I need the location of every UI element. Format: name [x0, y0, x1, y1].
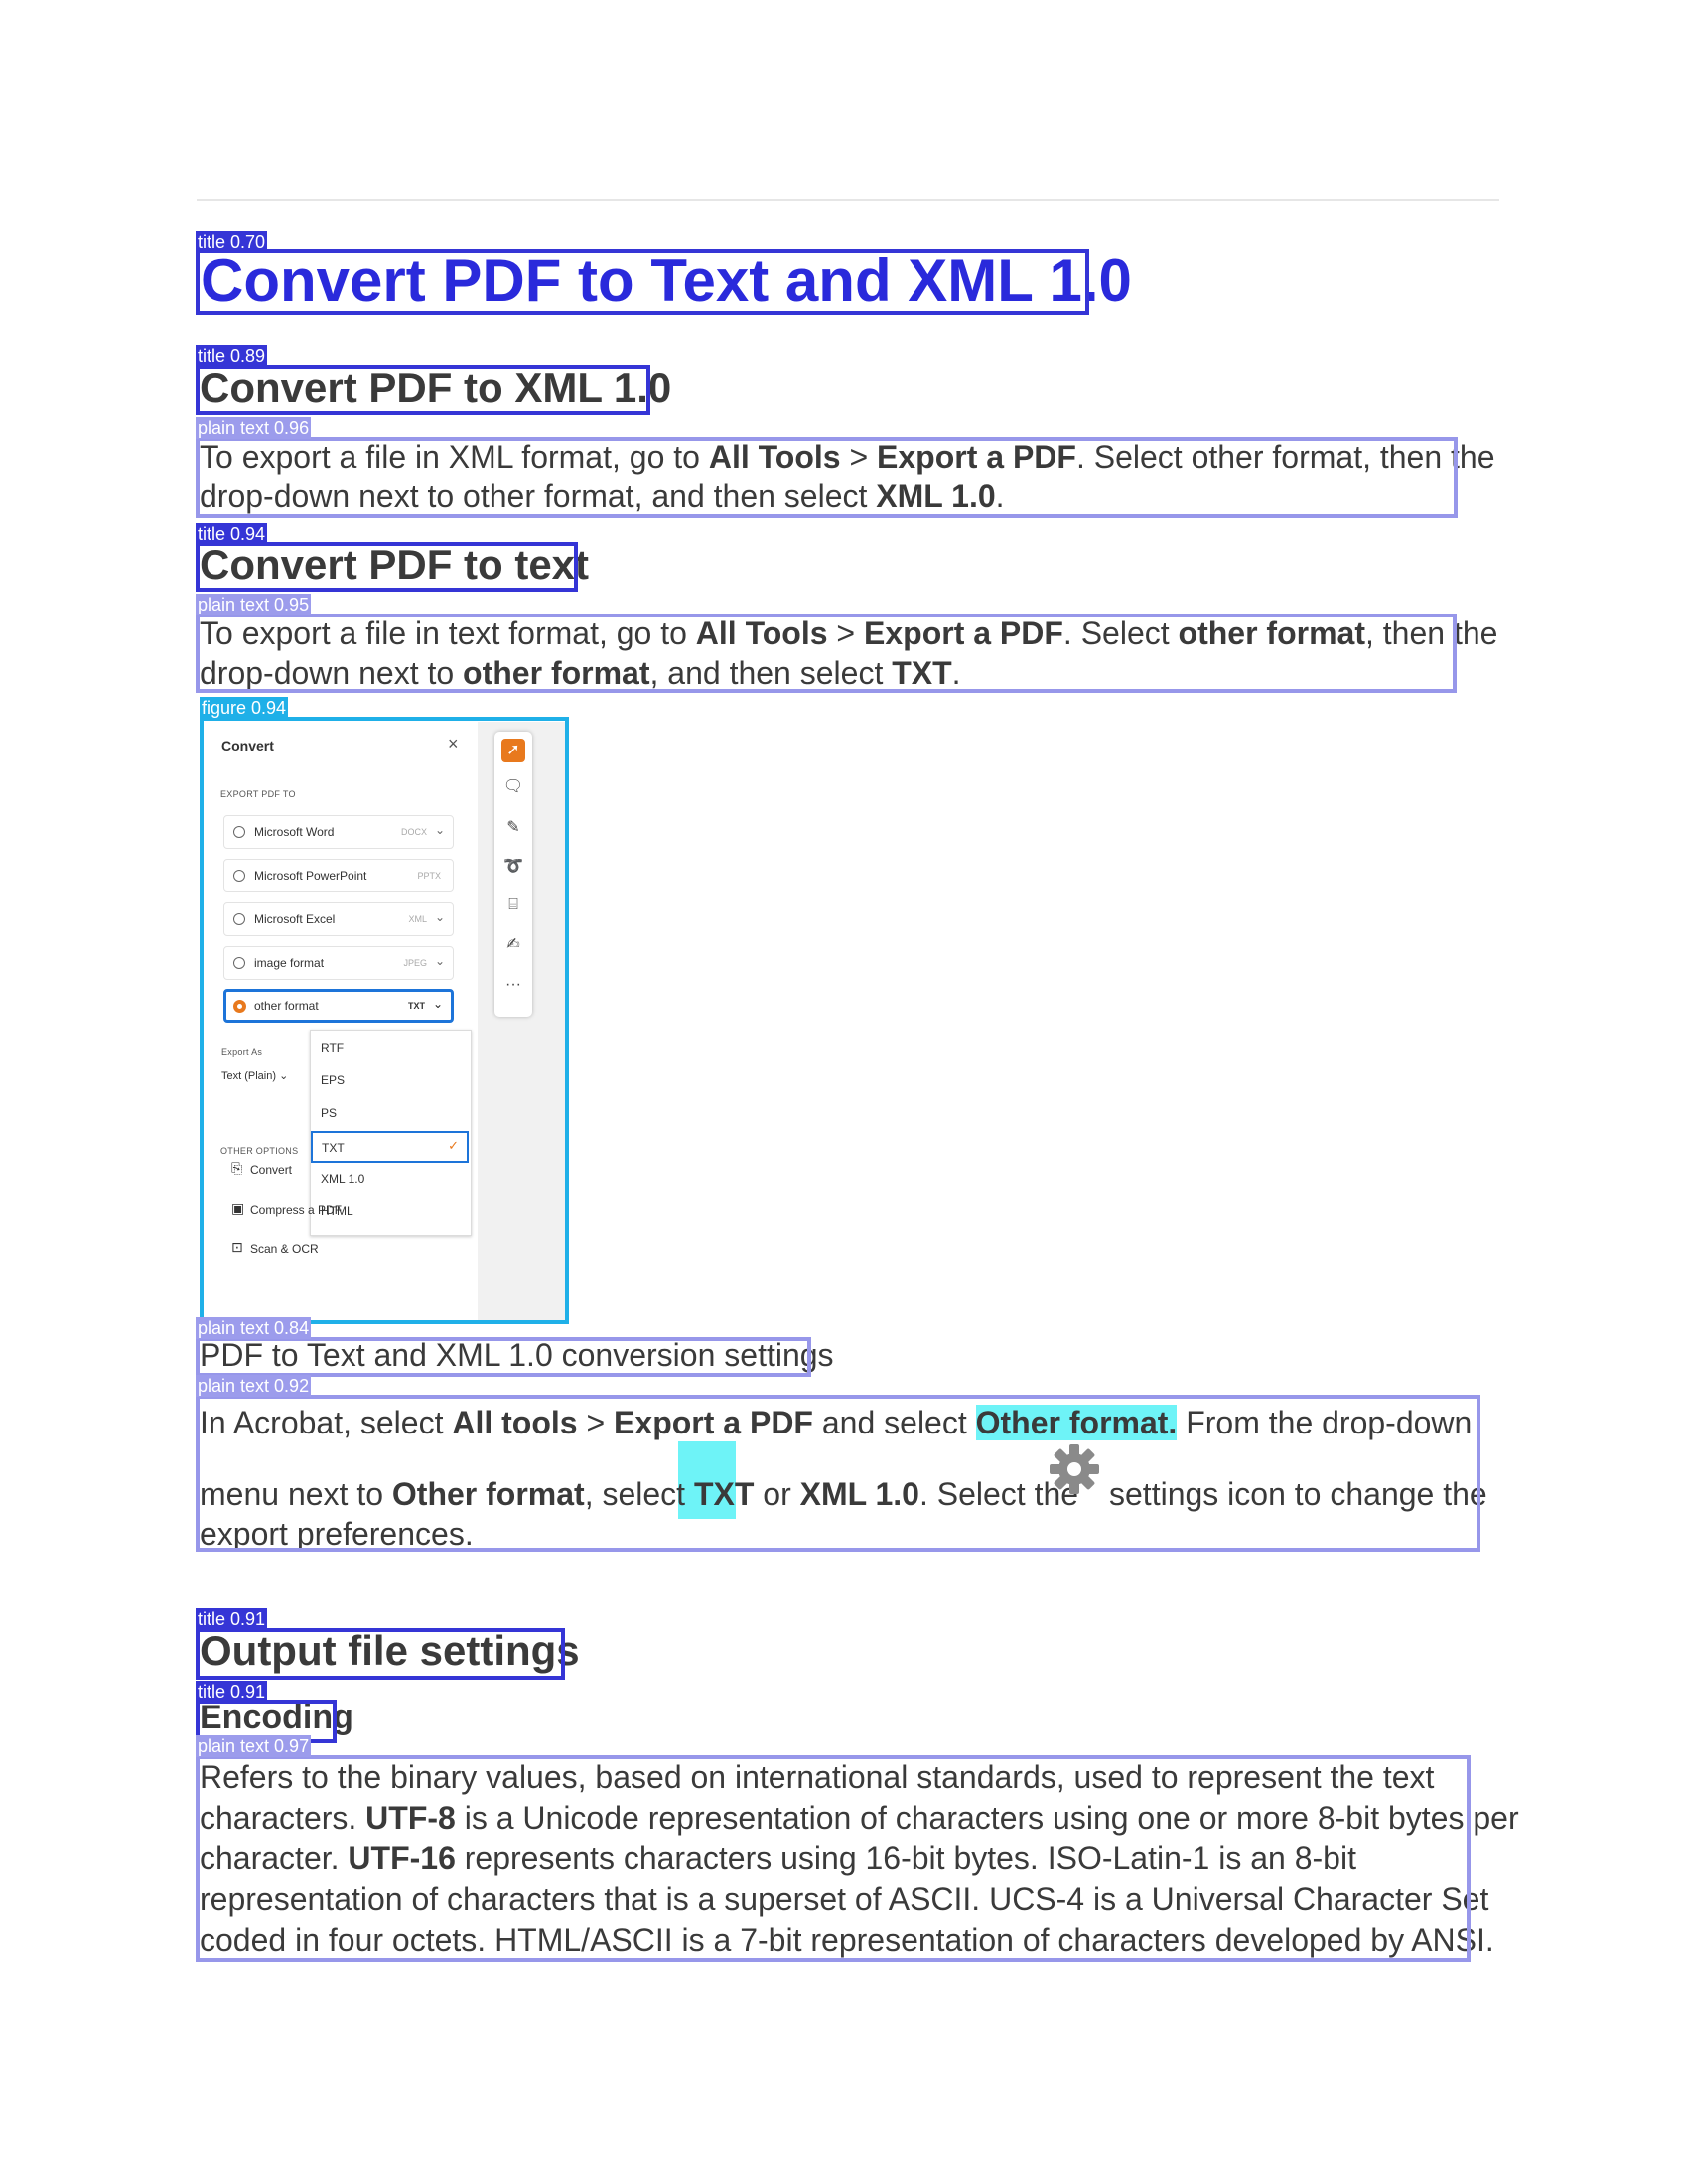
detection-tag-para-text: plain text 0.95: [196, 594, 312, 615]
detection-tag-title-text: title 0.94: [196, 523, 268, 545]
detection-box-figure: [200, 717, 569, 1324]
detection-tag-para-xml: plain text 0.96: [196, 417, 312, 439]
detection-box-title-main: [196, 249, 1089, 315]
detection-box-title-output: [196, 1628, 565, 1680]
detection-tag-settings: plain text 0.92: [196, 1375, 312, 1397]
detection-tag-figure: figure 0.94: [200, 697, 289, 719]
detection-box-settings: [196, 1395, 1480, 1552]
detection-tag-title-main: title 0.70: [196, 231, 268, 253]
detection-box-title-xml: [196, 365, 650, 415]
detection-box-title-text: [196, 542, 578, 592]
detection-tag-caption: plain text 0.84: [196, 1317, 312, 1339]
detection-tag-encoding: plain text 0.97: [196, 1735, 312, 1757]
detection-tag-title-encoding: title 0.91: [196, 1681, 268, 1703]
detection-box-caption: [196, 1337, 811, 1377]
detection-box-para-text: [196, 614, 1457, 693]
detection-box-encoding: [196, 1755, 1471, 1962]
detection-box-para-xml: [196, 437, 1458, 518]
detection-tag-title-xml: title 0.89: [196, 345, 268, 367]
top-rule: [197, 199, 1499, 201]
detection-tag-title-output: title 0.91: [196, 1608, 268, 1630]
